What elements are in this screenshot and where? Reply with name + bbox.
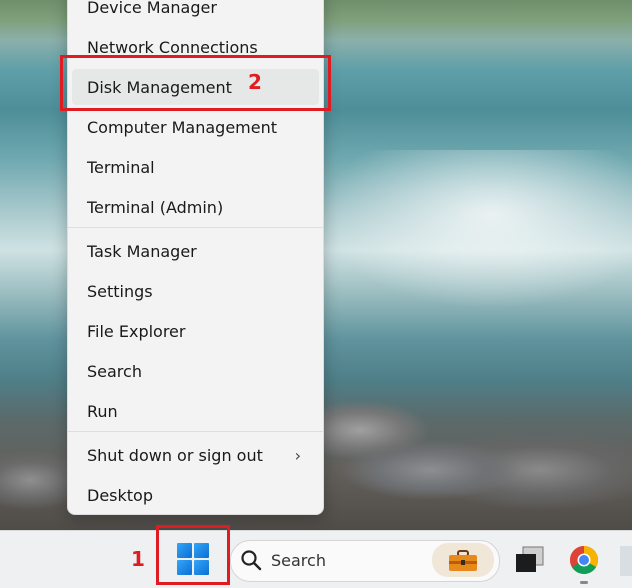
menu-item-terminal-admin[interactable]: Terminal (Admin): [72, 189, 319, 225]
menu-item-shut-down-or-sign-out[interactable]: Shut down or sign out ›: [72, 437, 319, 473]
menu-separator: [68, 431, 323, 432]
overflow-app-icon[interactable]: [620, 546, 632, 576]
menu-item-search[interactable]: Search: [72, 353, 319, 389]
chrome-icon[interactable]: [569, 545, 599, 575]
menu-item-file-explorer[interactable]: File Explorer: [72, 313, 319, 349]
menu-item-desktop[interactable]: Desktop: [72, 477, 319, 513]
menu-item-terminal[interactable]: Terminal: [72, 149, 319, 185]
running-indicator: [580, 581, 588, 584]
chevron-right-icon: ›: [294, 446, 301, 465]
briefcase-icon: [449, 550, 477, 571]
menu-item-computer-management[interactable]: Computer Management: [72, 109, 319, 145]
menu-item-run[interactable]: Run: [72, 393, 319, 429]
menu-item-task-manager[interactable]: Task Manager: [72, 233, 319, 269]
task-view-icon[interactable]: [515, 546, 545, 574]
annotation-number-step-1: 1: [131, 547, 145, 571]
menu-item-settings[interactable]: Settings: [72, 273, 319, 309]
menu-separator: [68, 227, 323, 228]
search-icon: [241, 550, 262, 571]
annotation-number-step-2: 2: [248, 70, 262, 94]
annotation-box-step-1: [156, 525, 230, 585]
annotation-box-step-2: [60, 55, 331, 111]
menu-item-device-manager[interactable]: Device Manager: [72, 0, 319, 25]
taskbar-search-label: Search: [271, 551, 326, 570]
